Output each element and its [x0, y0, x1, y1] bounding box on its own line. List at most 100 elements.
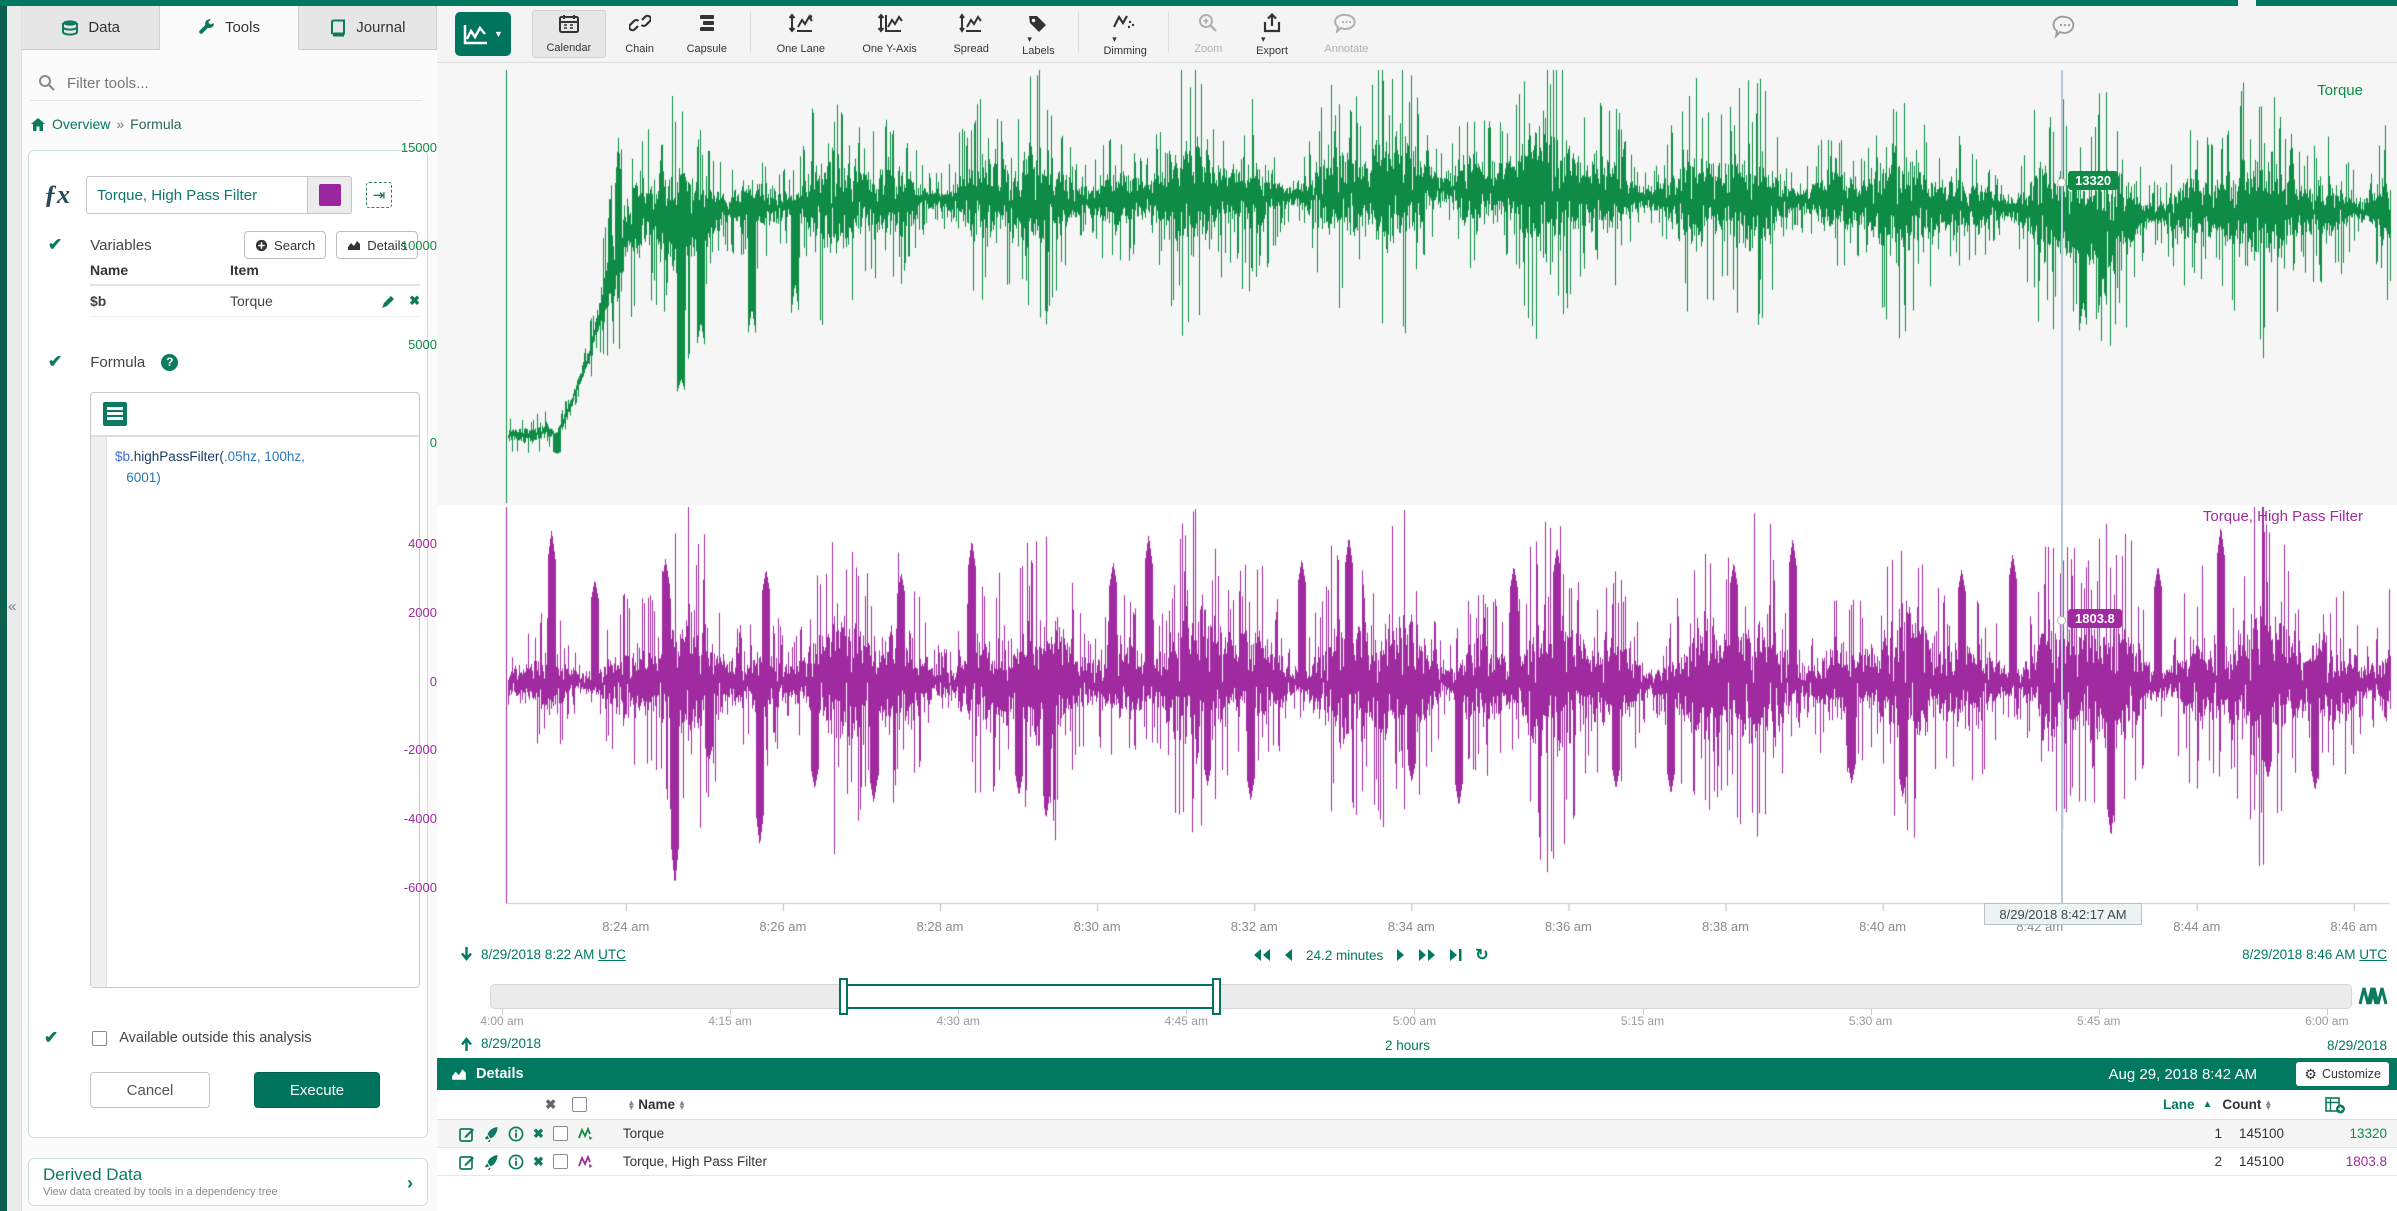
cursor-flag-hpf: 1803.8: [2068, 609, 2122, 628]
display-range-start: 8/29/2018 8:22 AM UTC: [460, 947, 626, 962]
top-strip-gap: [2238, 0, 2256, 6]
tab-data[interactable]: Data: [22, 6, 160, 50]
check-icon: ✔: [44, 1028, 58, 1048]
formula-code-input[interactable]: $b.highPassFilter(.05hz, 100hz, 6001): [107, 437, 313, 987]
name-column-header[interactable]: Name: [638, 1097, 675, 1112]
range-step-controls: 24.2 minutes ↻: [1253, 945, 1489, 965]
derived-data-card[interactable]: Derived Data View data created by tools …: [28, 1158, 428, 1206]
timeline-duration[interactable]: 2 hours: [1385, 1038, 1430, 1053]
rocket-icon[interactable]: [484, 1125, 499, 1141]
pencil-icon[interactable]: [381, 293, 395, 309]
sidebar-tabbar: DataTools Journal: [22, 6, 437, 50]
execute-button[interactable]: Execute: [254, 1072, 380, 1108]
x-axis-tick-label: 8:38 am: [1681, 919, 1771, 934]
available-row: ✔ Available outside this analysis: [44, 1028, 414, 1048]
range-duration[interactable]: 24.2 minutes: [1306, 948, 1383, 963]
y-axis-tick-label: 0: [375, 674, 437, 689]
series-label-torque[interactable]: Torque: [2317, 82, 2363, 99]
sort-icon[interactable]: ▲▼: [678, 1100, 686, 1110]
timeline-end-date[interactable]: 8/29/2018: [2327, 1038, 2387, 1053]
lane-value: 1: [2182, 1126, 2222, 1141]
variable-row: $b Torque ✖: [90, 286, 420, 317]
toolbar-labels-button[interactable]: ▾Labels: [1009, 10, 1068, 58]
toolbar-calendar-button[interactable]: Calendar: [532, 10, 606, 58]
toolbar-dimming-button[interactable]: ▾Dimming: [1092, 10, 1158, 58]
toolbar-chain-button[interactable]: Chain: [614, 10, 666, 58]
available-checkbox[interactable]: [92, 1031, 107, 1046]
step-back-half-icon[interactable]: [1284, 948, 1293, 962]
series-label-torque-hpf[interactable]: Torque, High Pass Filter: [2203, 508, 2363, 525]
top-accent-strip: [0, 0, 2397, 6]
remove-icon[interactable]: ✖: [533, 1154, 544, 1170]
search-icon: [38, 74, 55, 92]
toolbar-spread-button[interactable]: Spread: [942, 10, 1001, 58]
remove-variable-icon[interactable]: ✖: [409, 293, 420, 309]
display-range-end[interactable]: 8/29/2018 8:46 AM UTC: [2242, 947, 2387, 962]
cursor-value: 13320: [2327, 1126, 2387, 1141]
investigate-timeline-track[interactable]: [490, 984, 2352, 1009]
x-axis-tick-label: 8:44 am: [2152, 919, 2242, 934]
step-forward-full-icon[interactable]: [1418, 948, 1436, 962]
remove-icon[interactable]: ✖: [533, 1126, 544, 1142]
info-icon[interactable]: [508, 1125, 524, 1141]
timeline-tick-label: 4:45 am: [1141, 1014, 1231, 1028]
info-icon[interactable]: [508, 1153, 524, 1169]
toolbar-one-lane-button[interactable]: One Lane: [764, 10, 838, 58]
details-item-name[interactable]: Torque: [623, 1126, 664, 1141]
sort-asc-icon[interactable]: ▲: [2203, 1099, 2213, 1110]
trend-chart-canvas[interactable]: [437, 62, 2397, 920]
cancel-button[interactable]: Cancel: [90, 1072, 210, 1108]
selection-handle-left[interactable]: [839, 978, 848, 1015]
code-line: $b.highPassFilter(.05hz, 100hz,: [115, 447, 305, 468]
cursor-timestamp-tooltip: 8/29/2018 8:42:17 AM: [1984, 903, 2142, 925]
lane-column-header[interactable]: Lane: [2163, 1097, 2195, 1112]
remove-all-icon[interactable]: ✖: [545, 1097, 556, 1113]
details-row-torque-high-pass-filter[interactable]: ✖ Torque, High Pass Filter 2 145100 1803…: [437, 1148, 2397, 1176]
x-axis-tick-label: 8:26 am: [738, 919, 828, 934]
details-item-name[interactable]: Torque, High Pass Filter: [623, 1154, 767, 1169]
variables-search-button[interactable]: Search: [244, 231, 326, 259]
tab-journal[interactable]: Journal: [299, 6, 437, 50]
formula-functions-icon[interactable]: [103, 402, 127, 426]
filter-tools-input[interactable]: [65, 74, 385, 93]
toolbar-capsule-button[interactable]: Capsule: [674, 10, 740, 58]
customize-button[interactable]: ⚙ Customize: [2296, 1062, 2389, 1086]
selection-handle-right[interactable]: [1212, 978, 1221, 1015]
row-checkbox[interactable]: [553, 1126, 568, 1141]
edit-icon[interactable]: [459, 1125, 475, 1141]
count-column-header[interactable]: Count: [2222, 1097, 2261, 1112]
edit-icon[interactable]: [459, 1153, 475, 1169]
tab-label: Journal: [356, 19, 405, 36]
step-forward-half-icon[interactable]: [1396, 948, 1405, 962]
timezone-link: UTC: [598, 947, 626, 962]
color-swatch-button[interactable]: [308, 176, 352, 214]
sort-icon[interactable]: ▲▼: [2264, 1100, 2272, 1110]
toolbar-export-button[interactable]: ▾Export: [1242, 10, 1301, 58]
x-axis-tick-label: 8:30 am: [1052, 919, 1142, 934]
toolbar-button-label: Capsule: [687, 43, 727, 55]
refresh-icon[interactable]: ↻: [1475, 945, 1488, 965]
help-icon[interactable]: ?: [161, 354, 178, 371]
add-column-icon[interactable]: [2325, 1096, 2345, 1114]
collapse-rail-icon[interactable]: «: [8, 598, 16, 615]
area-chart-icon: [451, 1067, 467, 1081]
view-selector-button[interactable]: ▼: [455, 12, 511, 56]
rocket-icon[interactable]: [484, 1153, 499, 1169]
toolbar-button-label: Zoom: [1194, 43, 1222, 55]
step-to-end-icon[interactable]: [1449, 948, 1462, 962]
toolbar-one-y-axis-button[interactable]: One Y-Axis: [846, 10, 934, 58]
home-icon[interactable]: [30, 116, 46, 133]
row-checkbox[interactable]: [553, 1154, 568, 1169]
chat-bubble-icon[interactable]: [2052, 14, 2078, 40]
display-range-selection[interactable]: [843, 984, 1217, 1009]
step-back-full-icon[interactable]: [1253, 948, 1271, 962]
breadcrumb: Overview » Formula: [30, 113, 420, 135]
details-row-torque[interactable]: ✖ Torque 1 145100 13320: [437, 1120, 2397, 1148]
move-tool-panel-icon[interactable]: ⇥: [366, 182, 392, 208]
auto-update-waveform-icon[interactable]: [2358, 982, 2388, 1008]
sort-icon[interactable]: ▲▼: [627, 1100, 635, 1110]
tab-tools[interactable]: Tools: [160, 6, 298, 50]
select-all-checkbox[interactable]: [572, 1097, 587, 1112]
breadcrumb-overview-link[interactable]: Overview: [52, 116, 110, 132]
tool-name-input[interactable]: [86, 176, 308, 214]
